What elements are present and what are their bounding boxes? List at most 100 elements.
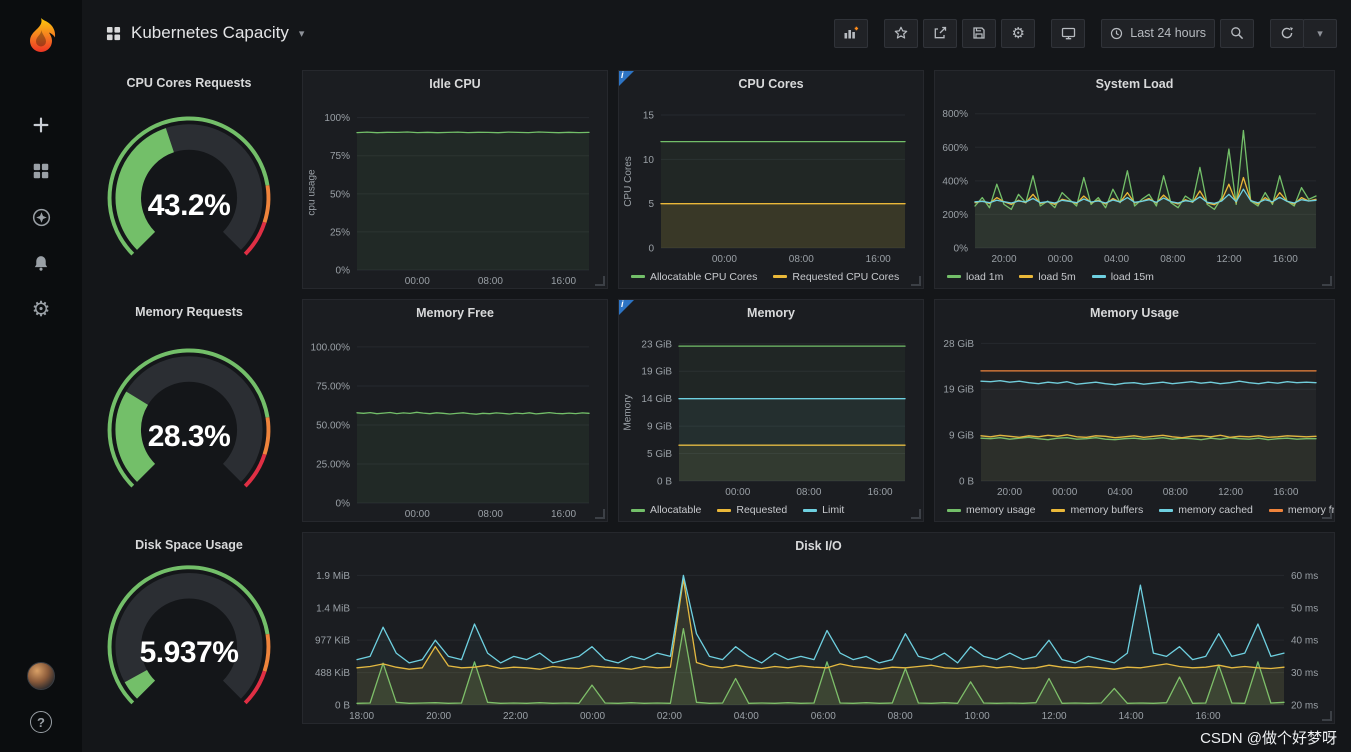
panel-title[interactable]: Disk Space Usage <box>135 538 243 552</box>
magnifier-icon <box>1231 27 1244 40</box>
panel-header[interactable]: System Load <box>935 71 1334 97</box>
panel-header[interactable]: Memory <box>619 300 923 326</box>
svg-text:10: 10 <box>643 155 655 166</box>
panel-disk-io: Disk I/O 0 B 488 KiB 977 KiB 1.4 MiB 1.9 MiB… <box>302 532 1335 724</box>
legend-item[interactable]: Requested <box>717 504 787 516</box>
bell-icon <box>34 256 48 271</box>
share-button[interactable] <box>923 18 958 48</box>
legend-item[interactable]: memory usage <box>947 504 1035 516</box>
panel-info-icon[interactable]: i <box>619 70 634 86</box>
cycle-view-button[interactable] <box>1051 18 1086 48</box>
legend-item[interactable]: load 15m <box>1091 271 1154 283</box>
dashboard-grid: CPU Cores Requests 43.2% Idle CPU cpu us… <box>82 66 1339 728</box>
gauge-cpu-cores-requests[interactable]: 43.2% <box>86 96 292 289</box>
title-caret-icon[interactable]: ▾ <box>299 27 305 40</box>
legend: load 1m load 5m load 15m <box>935 266 1334 288</box>
svg-text:08:00: 08:00 <box>1163 487 1188 498</box>
svg-text:9 GiB: 9 GiB <box>949 431 974 442</box>
legend: Allocatable CPU Cores Requested CPU Cores <box>619 266 923 288</box>
dashboard-title-group[interactable]: Kubernetes Capacity ▾ <box>106 23 304 43</box>
refresh-interval-button[interactable]: ▾ <box>1303 18 1337 48</box>
svg-text:75%: 75% <box>330 151 350 162</box>
panel-header[interactable]: CPU Cores <box>619 71 923 97</box>
avatar <box>27 662 55 690</box>
svg-text:16:00: 16:00 <box>1273 487 1298 498</box>
legend-item[interactable]: memory cached <box>1159 504 1253 516</box>
gauge-disk-space-usage[interactable]: 5.937% <box>86 558 292 724</box>
svg-text:50%: 50% <box>330 189 350 200</box>
chart-memory-free[interactable]: 0% 25.00% 50.00% 75.00% 100.00% 00:00 08:00 16:… <box>305 326 603 521</box>
chart-memory[interactable]: 0 B 5 GiB 9 GiB 14 GiB 19 GiB 23 GiB 00:00 08:0… <box>635 326 919 499</box>
dashboard-settings-button[interactable]: ⚙ <box>1001 18 1036 48</box>
refresh-button[interactable] <box>1270 18 1304 48</box>
grafana-logo[interactable] <box>19 16 63 65</box>
save-button[interactable] <box>962 18 997 48</box>
chart-idle-cpu[interactable]: 0% 25% 50% 75% 100% 00:00 08:00 16:00 <box>319 97 603 288</box>
add-panel-button[interactable] <box>834 18 869 48</box>
svg-text:60 ms: 60 ms <box>1291 571 1318 582</box>
svg-text:25.00%: 25.00% <box>316 459 350 470</box>
panel-header[interactable]: Memory Requests <box>86 299 292 325</box>
svg-text:22:00: 22:00 <box>503 711 528 722</box>
panel-header[interactable]: Memory Free <box>303 300 607 326</box>
panel-disk-space-usage: Disk Space Usage 5.937% <box>86 532 292 724</box>
legend-item[interactable]: Limit <box>803 504 844 516</box>
legend-item[interactable]: Allocatable <box>631 504 701 516</box>
sidebar-configuration-button[interactable]: ⚙ <box>19 289 63 329</box>
svg-text:75.00%: 75.00% <box>316 381 350 392</box>
panel-title[interactable]: System Load <box>1096 77 1174 91</box>
svg-text:16:00: 16:00 <box>551 276 576 287</box>
sidebar-help-button[interactable]: ? <box>19 702 63 742</box>
chart-disk-io[interactable]: 0 B 488 KiB 977 KiB 1.4 MiB 1.9 MiB 20 ms 30 m… <box>305 559 1330 723</box>
page-title[interactable]: Kubernetes Capacity <box>131 23 289 43</box>
y-axis-label: CPU Cores <box>622 156 634 207</box>
panel-cpu-cores: i CPU Cores CPU Cores 0 5 10 15 00:00 08:00 16… <box>618 70 924 289</box>
panel-header[interactable]: CPU Cores Requests <box>86 70 292 96</box>
svg-text:16:00: 16:00 <box>1273 254 1298 265</box>
panel-info-icon[interactable]: i <box>619 299 634 315</box>
gauge-memory-requests[interactable]: 28.3% <box>86 325 292 522</box>
watermark: CSDN @做个好梦呀 <box>1200 730 1337 747</box>
sidebar-profile-button[interactable] <box>19 656 63 696</box>
svg-text:1.4 MiB: 1.4 MiB <box>316 604 350 615</box>
svg-text:600%: 600% <box>942 143 968 154</box>
chart-system-load[interactable]: 0% 200% 400% 600% 800% 20:00 00:00 04:00 08:00 12… <box>937 97 1330 266</box>
svg-text:488 KiB: 488 KiB <box>315 669 350 680</box>
panel-header[interactable]: Memory Usage <box>935 300 1334 326</box>
y-axis-label: cpu usage <box>306 169 318 216</box>
panel-title[interactable]: Memory Free <box>416 306 494 320</box>
panel-title[interactable]: CPU Cores Requests <box>126 76 251 90</box>
panel-header[interactable]: Disk I/O <box>303 533 1334 559</box>
panel-title[interactable]: Idle CPU <box>429 77 480 91</box>
sidebar-dashboards-button[interactable] <box>19 151 63 191</box>
svg-text:100.00%: 100.00% <box>311 342 351 353</box>
panel-title[interactable]: Memory Requests <box>135 305 243 319</box>
sidebar-alerting-button[interactable] <box>19 243 63 283</box>
legend-item[interactable]: load 1m <box>947 271 1003 283</box>
time-range-button[interactable]: Last 24 hours <box>1101 18 1215 48</box>
panel-title[interactable]: Disk I/O <box>795 539 842 553</box>
chart-cpu-cores[interactable]: 0 5 10 15 00:00 08:00 16:00 <box>635 97 919 266</box>
svg-text:50 ms: 50 ms <box>1291 604 1318 615</box>
svg-text:02:00: 02:00 <box>657 711 682 722</box>
sidebar-create-button[interactable] <box>19 105 63 145</box>
zoom-out-button[interactable] <box>1220 18 1254 48</box>
svg-text:04:00: 04:00 <box>734 711 759 722</box>
svg-text:5: 5 <box>648 199 654 210</box>
sidebar-explore-button[interactable] <box>19 197 63 237</box>
panel-title[interactable]: CPU Cores <box>738 77 803 91</box>
mark-favorite-button[interactable] <box>884 18 919 48</box>
legend-item[interactable]: Requested CPU Cores <box>773 271 899 283</box>
panel-title[interactable]: Memory <box>747 306 795 320</box>
share-icon <box>934 26 947 39</box>
legend-item[interactable]: Allocatable CPU Cores <box>631 271 757 283</box>
panel-system-load: System Load 0% 200% 400% 600% 800% 20:00 00:00… <box>934 70 1335 289</box>
panel-title[interactable]: Memory Usage <box>1090 306 1179 320</box>
legend-item[interactable]: load 5m <box>1019 271 1076 283</box>
clock-icon <box>1111 27 1123 39</box>
chart-memory-usage[interactable]: 0 B 9 GiB 19 GiB 28 GiB 20:00 00:00 04:00 08:00… <box>937 326 1330 499</box>
panel-header[interactable]: Idle CPU <box>303 71 607 97</box>
legend-item[interactable]: memory free <box>1268 504 1334 516</box>
panel-header[interactable]: Disk Space Usage <box>86 532 292 558</box>
legend-item[interactable]: memory buffers <box>1051 504 1143 516</box>
